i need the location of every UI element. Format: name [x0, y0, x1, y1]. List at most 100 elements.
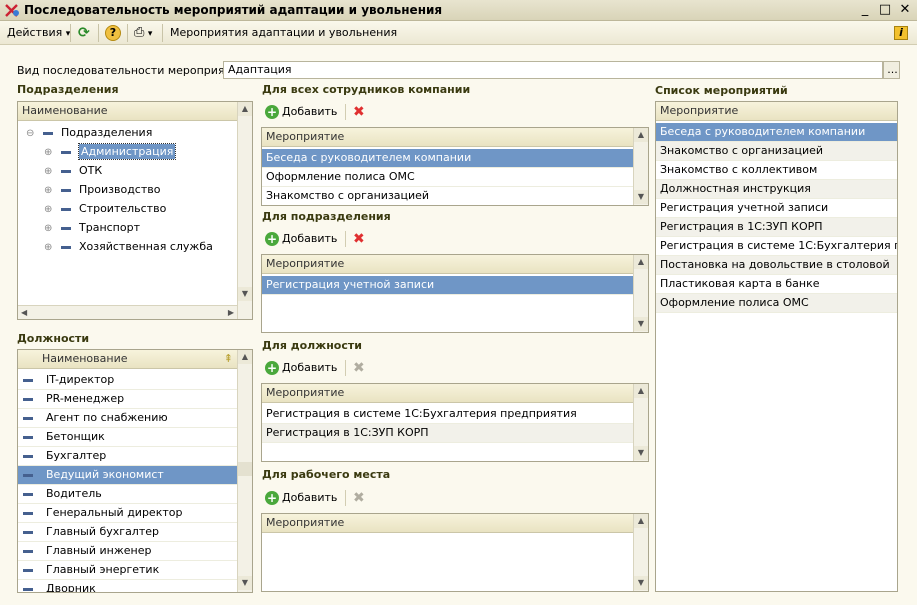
scroll-down-icon[interactable]: ▼ [238, 287, 252, 301]
table-row[interactable]: Генеральный директор [18, 504, 237, 523]
collapse-icon[interactable]: ⊖ [26, 125, 35, 143]
horizontal-scrollbar[interactable]: ◀ ▶ [18, 305, 237, 319]
table-row[interactable]: Дворник [18, 580, 237, 592]
vertical-scrollbar[interactable]: ▲ ▼ [633, 255, 648, 332]
help-icon[interactable]: ? [105, 25, 121, 41]
column-header[interactable]: Наименование ⇞ [38, 350, 237, 369]
delete-icon[interactable]: ✖ [353, 489, 365, 507]
table-row[interactable]: Знакомство с организацией [656, 142, 897, 161]
tree-item[interactable]: ⊕ ОТК [44, 162, 102, 181]
table-row[interactable]: Агент по снабжению [18, 409, 237, 428]
positions-table[interactable]: Наименование ⇞ IT-директор PR-менеджер Аге… [17, 349, 253, 593]
scroll-up-icon[interactable]: ▲ [634, 128, 648, 142]
column-header[interactable]: Наименование [18, 102, 237, 121]
vertical-scrollbar[interactable]: ▲ ▼ [237, 102, 252, 319]
table-row[interactable]: Регистрация учетной записи [262, 276, 633, 295]
print-menu[interactable]: ⎙ ▾ [134, 25, 152, 41]
column-header[interactable]: Мероприятие [262, 128, 633, 147]
table-row[interactable]: Регистрация в системе 1С:Бухгалтерия пре… [656, 237, 897, 256]
table-row[interactable]: Регистрация в 1С:ЗУП КОРП [262, 424, 633, 443]
table-row[interactable]: Регистрация учетной записи [656, 199, 897, 218]
scroll-down-icon[interactable]: ▼ [634, 576, 648, 590]
close-button[interactable]: ✕ [896, 1, 914, 19]
table-row[interactable]: Бетонщик [18, 428, 237, 447]
column-header[interactable]: Мероприятие [262, 384, 633, 403]
scroll-up-icon[interactable]: ▲ [634, 514, 648, 528]
company-add-button[interactable]: + Добавить [265, 103, 337, 121]
position-events-table[interactable]: Мероприятие Регистрация в системе 1С:Бух… [261, 383, 649, 462]
table-row[interactable]: Беседа с руководителем компании [262, 149, 633, 168]
table-row[interactable]: Знакомство с организацией [262, 187, 633, 205]
expand-icon[interactable]: ⊕ [44, 201, 53, 219]
departments-tree[interactable]: Наименование ⊖ Подразделения ⊕ Администрац… [17, 101, 253, 320]
expand-icon[interactable]: ⊕ [44, 144, 53, 162]
table-row[interactable]: Оформление полиса ОМС [656, 294, 897, 313]
tree-item[interactable]: ⊕ Производство [44, 181, 160, 200]
scroll-up-icon[interactable]: ▲ [238, 350, 252, 364]
minimize-button[interactable]: _ [856, 1, 874, 19]
vertical-scrollbar[interactable]: ▲ ▼ [633, 384, 648, 461]
scroll-down-icon[interactable]: ▼ [238, 576, 252, 590]
tree-item[interactable]: ⊕ Строительство [44, 200, 166, 219]
tree-root[interactable]: ⊖ Подразделения [26, 124, 152, 143]
table-row[interactable]: Бухгалтер [18, 447, 237, 466]
table-row[interactable]: Регистрация в 1С:ЗУП КОРП [656, 218, 897, 237]
column-header[interactable]: Мероприятие [656, 102, 897, 121]
divider [345, 360, 346, 376]
table-row[interactable]: Беседа с руководителем компании [656, 123, 897, 142]
table-row[interactable]: Главный энергетик [18, 561, 237, 580]
column-header[interactable]: Мероприятие [262, 255, 633, 274]
expand-icon[interactable]: ⊕ [44, 163, 53, 181]
table-row[interactable]: Регистрация в системе 1С:Бухгалтерия пре… [262, 405, 633, 424]
table-row[interactable]: Ведущий экономист [18, 466, 237, 485]
maximize-button[interactable]: □ [876, 1, 894, 19]
scroll-up-icon[interactable]: ▲ [238, 102, 252, 116]
tree-item[interactable]: ⊕ Администрация [44, 143, 177, 162]
scroll-down-icon[interactable]: ▼ [634, 317, 648, 331]
sort-icon[interactable]: ⇞ [224, 350, 233, 368]
table-row[interactable]: IT-директор [18, 371, 237, 390]
scroll-left-icon[interactable]: ◀ [21, 306, 27, 319]
refresh-icon[interactable]: ⟳ [78, 25, 90, 41]
toolbar-divider [127, 24, 128, 42]
expand-icon[interactable]: ⊕ [44, 239, 53, 257]
delete-icon[interactable]: ✖ [353, 103, 365, 121]
table-row[interactable]: Постановка на довольствие в столовой [656, 256, 897, 275]
scroll-up-icon[interactable]: ▲ [634, 255, 648, 269]
scroll-down-icon[interactable]: ▼ [634, 190, 648, 204]
scroll-thumb[interactable] [238, 462, 252, 476]
scroll-up-icon[interactable]: ▲ [634, 384, 648, 398]
position-add-button[interactable]: + Добавить [265, 359, 337, 377]
vertical-scrollbar[interactable]: ▲ ▼ [633, 128, 648, 205]
company-events-table[interactable]: Мероприятие Беседа с руководителем компа… [261, 127, 649, 206]
vertical-scrollbar[interactable]: ▲ ▼ [633, 514, 648, 591]
column-header[interactable]: Мероприятие [262, 514, 633, 533]
events-list-table[interactable]: Мероприятие Беседа с руководителем компа… [655, 101, 898, 592]
actions-menu[interactable]: Действия ▾ [7, 25, 70, 41]
vertical-scrollbar[interactable]: ▲ ▼ [237, 350, 252, 592]
scroll-right-icon[interactable]: ▶ [228, 306, 234, 319]
expand-icon[interactable]: ⊕ [44, 182, 53, 200]
department-events-table[interactable]: Мероприятие Регистрация учетной записи ▲… [261, 254, 649, 333]
adaptation-events-link[interactable]: Мероприятия адаптации и увольнения [170, 25, 397, 41]
table-row[interactable]: Должностная инструкция [656, 180, 897, 199]
table-row[interactable]: Главный инженер [18, 542, 237, 561]
tree-item[interactable]: ⊕ Хозяйственная служба [44, 238, 213, 257]
tree-item[interactable]: ⊕ Транспорт [44, 219, 140, 238]
department-add-button[interactable]: + Добавить [265, 230, 337, 248]
table-row[interactable]: Главный бухгалтер [18, 523, 237, 542]
table-row[interactable]: Знакомство с коллективом [656, 161, 897, 180]
sequence-type-field[interactable]: Адаптация [223, 61, 883, 79]
delete-icon[interactable]: ✖ [353, 359, 365, 377]
table-row[interactable]: Пластиковая карта в банке [656, 275, 897, 294]
info-icon[interactable]: i [894, 26, 908, 40]
table-row[interactable]: PR-менеджер [18, 390, 237, 409]
workplace-events-table[interactable]: Мероприятие ▲ ▼ [261, 513, 649, 592]
table-row[interactable]: Водитель [18, 485, 237, 504]
table-row[interactable]: Оформление полиса ОМС [262, 168, 633, 187]
workplace-add-button[interactable]: + Добавить [265, 489, 337, 507]
expand-icon[interactable]: ⊕ [44, 220, 53, 238]
select-button[interactable]: ... [883, 61, 900, 79]
scroll-down-icon[interactable]: ▼ [634, 446, 648, 460]
delete-icon[interactable]: ✖ [353, 230, 365, 248]
